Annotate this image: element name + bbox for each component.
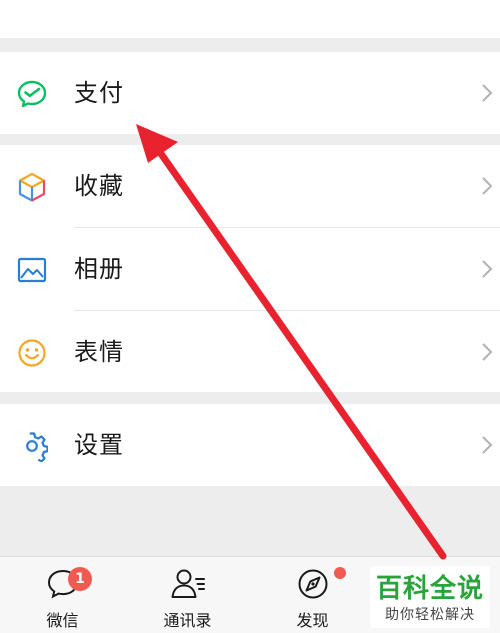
watermark-title: 百科全说: [375, 574, 484, 604]
watermark-logo: 百科全说 助你轻松解决: [370, 566, 490, 628]
content-group: 收藏 相册 表情: [0, 145, 500, 392]
menu-item-label: 相册: [74, 255, 124, 283]
tab-contacts[interactable]: 通讯录: [125, 557, 250, 633]
top-section-card: [0, 0, 500, 38]
new-content-dot: [334, 567, 346, 579]
tab-label: 微信: [46, 611, 79, 630]
watermark-subtitle: 助你轻松解决: [385, 607, 475, 623]
album-picture-icon: [16, 254, 48, 286]
wechat-pay-icon: [16, 78, 48, 110]
menu-item-label: 收藏: [74, 172, 124, 200]
smiley-icon: [16, 337, 48, 369]
gear-icon: [16, 430, 49, 463]
compass-icon: [295, 567, 331, 601]
tab-label: 通讯录: [163, 611, 212, 630]
chevron-right-icon: [480, 434, 494, 456]
chevron-right-icon: [480, 175, 494, 197]
tab-discover[interactable]: 发现: [250, 557, 375, 633]
chevron-right-icon: [480, 258, 494, 280]
chevron-right-icon: [480, 341, 494, 363]
menu-item-favorites[interactable]: 收藏: [0, 145, 500, 227]
tab-chats[interactable]: 1 微信: [0, 557, 125, 633]
menu-item-label: 支付: [74, 79, 124, 107]
menu-item-pay[interactable]: 支付: [0, 52, 500, 134]
contacts-icon: [170, 567, 206, 601]
favorites-cube-icon: [16, 171, 48, 203]
menu-item-stickers[interactable]: 表情: [0, 311, 500, 393]
chevron-right-icon: [480, 82, 494, 104]
menu-item-settings[interactable]: 设置: [0, 404, 500, 486]
tab-label: 发现: [296, 611, 329, 630]
unread-badge: 1: [68, 567, 92, 591]
menu-item-label: 设置: [74, 431, 124, 459]
pay-group: 支付: [0, 52, 500, 134]
menu-item-album[interactable]: 相册: [0, 228, 500, 310]
menu-item-label: 表情: [74, 338, 124, 366]
settings-group: 设置: [0, 404, 500, 486]
